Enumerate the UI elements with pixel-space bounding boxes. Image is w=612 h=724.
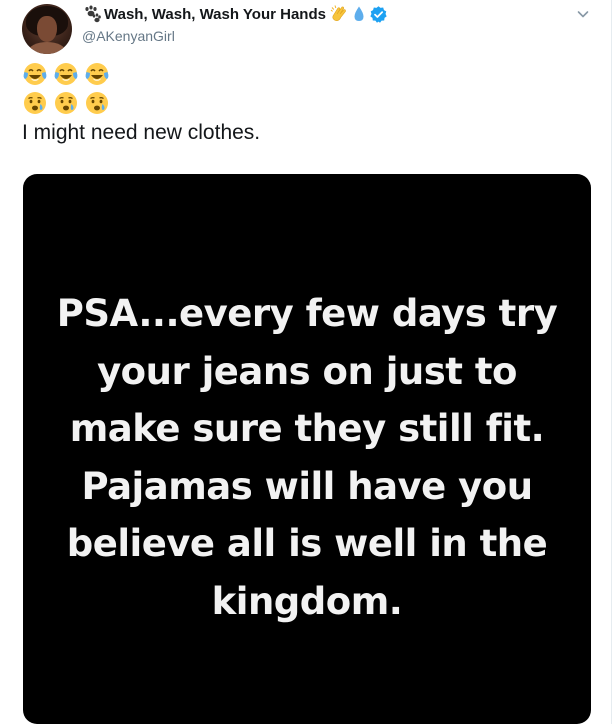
avatar[interactable]	[22, 4, 72, 54]
media-caption: PSA...every few days try your jeans on j…	[23, 285, 591, 630]
clapping-hands-icon	[329, 4, 349, 24]
tweet-media-image[interactable]: PSA...every few days try your jeans on j…	[23, 174, 591, 724]
crying-face-icon	[86, 92, 108, 114]
tweet-header: Wash, Wash, Wash Your Hands @AKenyanGirl	[82, 4, 388, 44]
chevron-down-icon[interactable]	[575, 6, 591, 22]
media-line: kingdom.	[211, 579, 403, 623]
paw-prints-icon	[82, 5, 102, 23]
tweet-text: I might need new clothes.	[22, 121, 261, 144]
emoji-row-crying	[22, 90, 110, 116]
media-line: make sure they still fit.	[69, 407, 545, 450]
verified-badge-icon	[369, 5, 388, 24]
emoji-row-laughing	[22, 61, 110, 87]
author-name-row[interactable]: Wash, Wash, Wash Your Hands	[82, 4, 388, 24]
media-line: PSA...every few days try	[56, 292, 558, 335]
author-handle[interactable]: @AKenyanGirl	[82, 28, 388, 44]
media-line: Pajamas will have you	[81, 464, 533, 508]
media-line: your jeans on just to	[97, 349, 517, 393]
tears-of-joy-icon	[85, 63, 109, 85]
tears-of-joy-icon	[23, 63, 47, 85]
author-display-name[interactable]: Wash, Wash, Wash Your Hands	[104, 6, 326, 23]
droplet-icon	[352, 5, 366, 23]
tears-of-joy-icon	[54, 63, 78, 85]
tweet-card[interactable]: Wash, Wash, Wash Your Hands @AKenyanGirl	[0, 0, 612, 724]
crying-face-icon	[24, 92, 46, 114]
media-line: believe all is well in the	[66, 522, 548, 565]
crying-face-icon	[55, 92, 77, 114]
